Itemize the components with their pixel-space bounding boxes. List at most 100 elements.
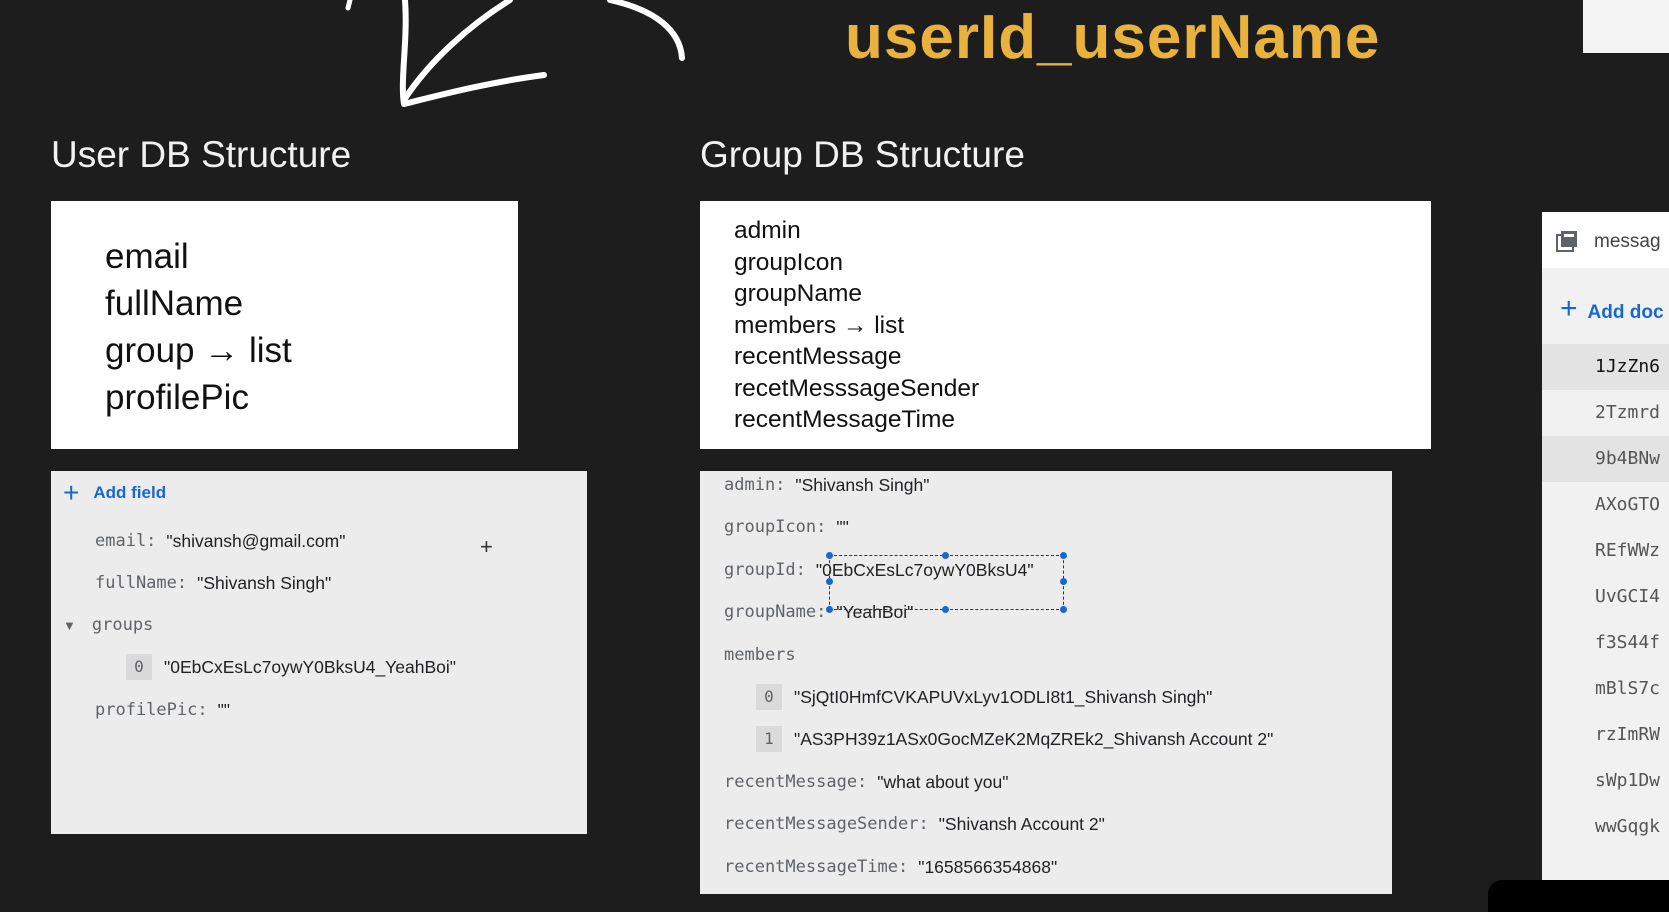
document-row[interactable]: f3S44f	[1542, 620, 1669, 666]
field-value: ""	[217, 699, 231, 720]
field-key: fullName:	[95, 573, 188, 593]
user-schema-item: profilePic	[105, 378, 249, 417]
document-id: UvGCI4	[1595, 586, 1661, 607]
document-row[interactable]: 9b4BNw	[1542, 436, 1669, 482]
field-key: groupId:	[724, 560, 806, 580]
group-schema-box: admin groupIcon groupName members → list…	[700, 201, 1431, 449]
field-row-email[interactable]: email: "shivansh@gmail.com"	[95, 529, 345, 553]
field-key: admin:	[724, 475, 786, 495]
field-value: "shivansh@gmail.com"	[166, 530, 346, 551]
field-row-groupicon[interactable]: groupIcon: ""	[724, 515, 849, 539]
field-key: recentMessageTime:	[724, 857, 909, 877]
array-item-value: "0EbCxEsLc7oywY0BksU4_YeahBoi"	[164, 656, 456, 677]
plus-icon: +	[63, 477, 80, 508]
document-row[interactable]: mBlS7c	[1542, 666, 1669, 712]
document-row[interactable]: wwGqgk	[1542, 804, 1669, 850]
document-row[interactable]: 1JzZn6	[1542, 344, 1669, 390]
document-row[interactable]: sWp1Dw	[1542, 758, 1669, 804]
document-id: 1JzZn6	[1595, 356, 1661, 377]
array-index-badge: 1	[756, 726, 782, 752]
array-item-row[interactable]: 1 "AS3PH39z1ASx0GocMZeK2MqZREk2_Shivansh…	[756, 726, 1274, 752]
document-row[interactable]: REfWWz	[1542, 528, 1669, 574]
document-id: 9b4BNw	[1595, 448, 1661, 469]
field-row-recentmessage[interactable]: recentMessage: "what about you"	[724, 770, 1008, 794]
array-index-badge: 0	[126, 654, 152, 680]
user-schema-item: fullName	[105, 284, 244, 323]
field-value: "Shivansh Singh"	[795, 474, 930, 495]
field-value: "what about you"	[877, 771, 1009, 792]
plus-icon: +	[1560, 292, 1578, 325]
field-row-groups[interactable]: ▼ groups	[63, 613, 153, 637]
field-key: groups	[91, 615, 154, 635]
collection-name: messag	[1594, 231, 1661, 252]
field-key: recentMessageSender:	[724, 814, 929, 834]
resize-handle[interactable]	[1060, 552, 1067, 559]
field-key: recentMessage:	[724, 772, 868, 792]
array-item-row[interactable]: 0 "SjQtI0HmfCVKAPUVxLyv1ODLI8t1_Shivansh…	[756, 684, 1213, 710]
field-value: "Shivansh Singh"	[197, 572, 332, 593]
array-item-value: "AS3PH39z1ASx0GocMZeK2MqZREk2_Shivansh A…	[794, 728, 1274, 749]
add-document-button[interactable]: + Add doc	[1560, 292, 1664, 326]
collapse-triangle-icon[interactable]: ▼	[63, 618, 76, 633]
document-id: f3S44f	[1595, 632, 1661, 653]
document-id: sWp1Dw	[1595, 770, 1661, 791]
group-schema-item: admin	[734, 217, 801, 244]
resize-handle[interactable]	[942, 606, 949, 613]
user-schema-list: email fullName group → list profilePic	[105, 233, 292, 421]
field-value: ""	[836, 516, 849, 537]
field-row-recentmessagesender[interactable]: recentMessageSender: "Shivansh Account 2…	[724, 812, 1105, 836]
crosshair-cursor-icon: +	[480, 534, 493, 559]
add-field-label: Add field	[93, 483, 167, 502]
group-schema-item: recentMessageTime	[734, 406, 956, 433]
document-row[interactable]: UvGCI4	[1542, 574, 1669, 620]
document-id: 2Tzmrd	[1595, 402, 1661, 423]
field-row-recentmessagetime[interactable]: recentMessageTime: "1658566354868"	[724, 855, 1057, 879]
add-field-button[interactable]: + Add field	[63, 477, 167, 508]
video-overlay-corner	[1488, 880, 1669, 912]
document-id: rzImRW	[1595, 724, 1661, 745]
collection-header[interactable]: messag	[1542, 212, 1669, 268]
top-right-panel-edge	[1583, 0, 1669, 53]
array-item-value: "SjQtI0HmfCVKAPUVxLyv1ODLI8t1_Shivansh S…	[794, 686, 1213, 707]
document-row[interactable]: AXoGTO	[1542, 482, 1669, 528]
resize-handle[interactable]	[942, 552, 949, 559]
user-schema-item: email	[105, 237, 189, 276]
field-row-members[interactable]: members	[724, 643, 796, 667]
resize-handle[interactable]	[1060, 606, 1067, 613]
group-schema-item: members → list	[734, 311, 905, 339]
user-document-panel: + Add field email: "shivansh@gmail.com" …	[51, 471, 587, 834]
field-value: "1658566354868"	[918, 856, 1058, 877]
text-selection-box[interactable]	[826, 552, 1067, 613]
collection-icon	[1556, 231, 1577, 252]
resize-handle[interactable]	[826, 606, 833, 613]
user-schema-item: group → list	[105, 331, 292, 370]
field-key: members	[724, 645, 796, 665]
resize-handle[interactable]	[826, 552, 833, 559]
field-key: groupIcon:	[724, 517, 827, 537]
document-id: mBlS7c	[1595, 678, 1661, 699]
user-schema-box: email fullName group → list profilePic	[51, 201, 518, 449]
resize-handle[interactable]	[826, 578, 833, 585]
group-schema-item: groupIcon	[734, 248, 843, 276]
array-item-row[interactable]: 0 "0EbCxEsLc7oywY0BksU4_YeahBoi"	[126, 654, 456, 680]
slide-title: userId_userName	[845, 3, 1381, 72]
group-schema-item: recentMessage	[734, 343, 902, 370]
field-row-fullname[interactable]: fullName: "Shivansh Singh"	[95, 571, 331, 595]
group-db-heading: Group DB Structure	[700, 134, 1025, 175]
document-row[interactable]: 2Tzmrd	[1542, 390, 1669, 436]
field-row-profilepic[interactable]: profilePic: ""	[95, 698, 230, 722]
field-row-admin[interactable]: admin: "Shivansh Singh"	[724, 473, 929, 497]
group-schema-list: admin groupIcon groupName members → list…	[734, 215, 979, 436]
document-id: wwGqgk	[1595, 816, 1661, 837]
resize-handle[interactable]	[1060, 578, 1067, 585]
user-db-heading: User DB Structure	[51, 134, 352, 175]
field-value: "Shivansh Account 2"	[938, 813, 1105, 834]
group-document-panel: admin: "Shivansh Singh" groupIcon: "" gr…	[700, 471, 1392, 894]
add-document-label: Add doc	[1587, 302, 1664, 323]
array-index-badge: 0	[756, 684, 782, 710]
document-id: REfWWz	[1595, 540, 1661, 561]
collection-panel: messag + Add doc 1JzZn6 2Tzmrd 9b4BNw AXo…	[1542, 212, 1669, 880]
document-id: AXoGTO	[1595, 494, 1661, 515]
field-key: email:	[95, 531, 157, 551]
document-row[interactable]: rzImRW	[1542, 712, 1669, 758]
